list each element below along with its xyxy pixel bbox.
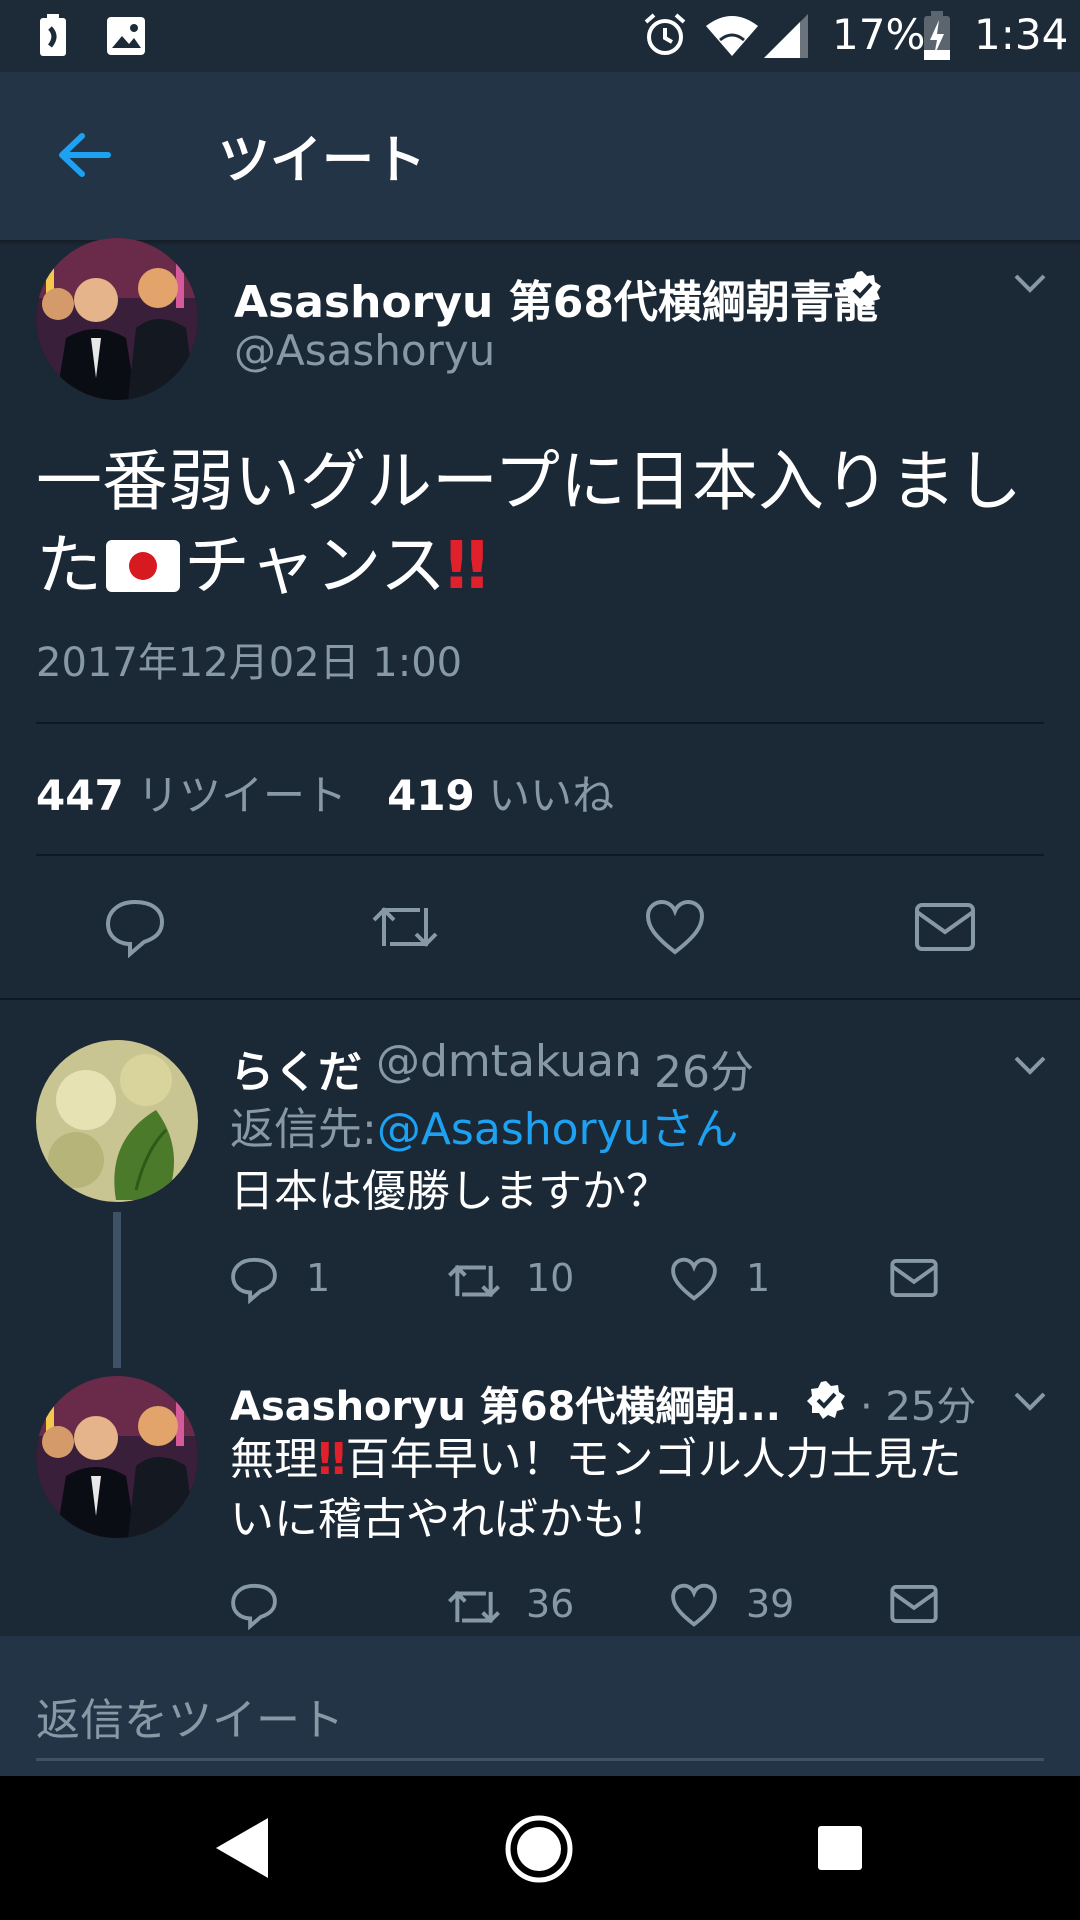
divider (36, 854, 1044, 856)
retweet-label[interactable]: リツイート (137, 771, 347, 820)
verified-badge-icon (807, 1381, 845, 1419)
system-nav-bar (0, 1776, 1080, 1920)
reply-text-part1: 無理 (230, 1434, 318, 1485)
alarm-icon (644, 13, 686, 55)
reply-text: 無理‼百年早い！モンゴル人力士見た いに稽古やればかも！ (230, 1430, 962, 1550)
status-bar: 17% 1:34 (0, 0, 1080, 72)
author-avatar[interactable] (36, 238, 198, 400)
like-label[interactable]: いいね (488, 771, 614, 820)
share-mail-icon[interactable] (890, 1584, 938, 1624)
wifi-icon (706, 16, 758, 56)
avatar-photo-icon (36, 1376, 198, 1538)
battery-saver-icon (40, 14, 66, 56)
back-arrow-icon[interactable] (52, 122, 118, 188)
retweet-icon[interactable] (446, 1258, 502, 1304)
reply-time: · 25分 (860, 1384, 977, 1430)
reply-to-line: 返信先:@Asashoryuさん (230, 1100, 739, 1160)
emphasis-mark: ‼ (318, 1434, 346, 1485)
nav-home-icon[interactable] (504, 1814, 574, 1884)
food-photo-icon (36, 1040, 198, 1202)
reply-text-part2: 百年早い！モンゴル人力士見た (345, 1434, 962, 1485)
reply-icon[interactable] (230, 1256, 278, 1304)
share-mail-icon[interactable] (914, 902, 976, 952)
retweet-count: 10 (526, 1256, 575, 1300)
divider (36, 722, 1044, 724)
thread-line (113, 1212, 121, 1368)
tweet-timestamp: 2017年12月02日 1:00 (36, 640, 463, 686)
chevron-down-icon[interactable] (1010, 1050, 1050, 1078)
retweet-count: 36 (526, 1582, 575, 1626)
like-count: 1 (746, 1256, 771, 1300)
author-handle[interactable]: @Asashoryu (234, 326, 495, 375)
like-heart-icon[interactable] (644, 898, 706, 956)
reply-text-line2: いに稽古やればかも！ (230, 1494, 671, 1545)
reply-icon[interactable] (230, 1582, 278, 1630)
like-heart-icon[interactable] (670, 1256, 718, 1302)
tweet-stats: 447 リツイート 419 いいね (36, 762, 614, 823)
reply-author-handle[interactable]: @dmtakuan (376, 1036, 642, 1087)
avatar-photo-icon (36, 238, 198, 400)
retweet-icon[interactable] (370, 898, 440, 956)
reply-to-label: 返信先: (230, 1104, 377, 1155)
reply-to-link[interactable]: @Asashoryuさん (377, 1104, 739, 1155)
emphasis-mark: ‼ (446, 527, 488, 604)
reply-icon[interactable] (104, 898, 166, 958)
battery-percent: 17% (832, 10, 926, 59)
like-count: 39 (746, 1582, 795, 1626)
reply-author-name[interactable]: らくだ (230, 1036, 362, 1100)
chevron-down-icon[interactable] (1010, 1386, 1050, 1414)
author-name[interactable]: Asashoryu 第68代横綱朝青龍 (234, 266, 878, 330)
signal-icon (764, 14, 808, 58)
japan-flag-icon (106, 540, 180, 592)
clock: 1:34 (974, 10, 1069, 59)
header-shadow (0, 240, 1080, 246)
reply-count: 1 (306, 1256, 331, 1300)
nav-recents-icon[interactable] (816, 1824, 864, 1872)
reply-composer[interactable]: 返信をツイート (0, 1636, 1080, 1776)
reply-text: 日本は優勝しますか？ (230, 1166, 670, 1217)
like-count[interactable]: 419 (387, 771, 475, 820)
app-bar: ツイート (0, 72, 1080, 240)
like-heart-icon[interactable] (670, 1582, 718, 1628)
verified-badge-icon (843, 271, 881, 309)
reply-author-name[interactable]: Asashoryu 第68代横綱朝... (230, 1374, 781, 1432)
chevron-down-icon[interactable] (1010, 268, 1050, 296)
reply-time: · 26分 (626, 1047, 754, 1098)
retweet-count[interactable]: 447 (36, 771, 124, 820)
reply-composer-placeholder[interactable]: 返信をツイート (36, 1684, 344, 1748)
reply-avatar[interactable] (36, 1040, 198, 1202)
retweet-icon[interactable] (446, 1584, 502, 1630)
share-mail-icon[interactable] (890, 1258, 938, 1298)
composer-underline (36, 1758, 1044, 1761)
tweet-text: 一番弱いグループに日本入りました チャンス‼ (36, 440, 1046, 608)
page-title: ツイート (218, 131, 427, 191)
battery-charging-icon (924, 11, 950, 60)
image-notification-icon (107, 17, 145, 55)
reply-avatar[interactable] (36, 1376, 198, 1538)
nav-back-icon[interactable] (214, 1816, 270, 1880)
tweet-text-part2: チャンス (184, 527, 447, 604)
section-separator (0, 998, 1080, 1000)
